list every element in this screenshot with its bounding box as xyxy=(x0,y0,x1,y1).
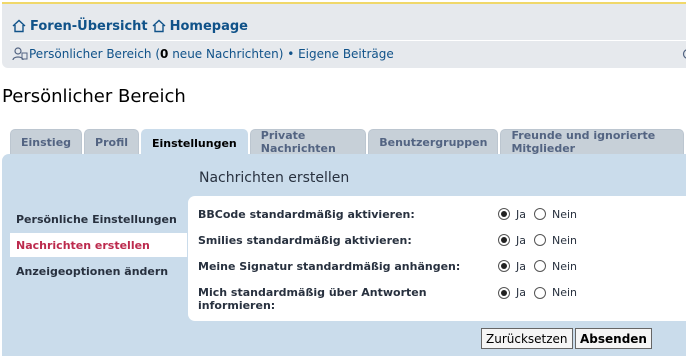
no-label: Nein xyxy=(552,286,578,299)
home-icon xyxy=(12,19,26,33)
smilies-no-radio[interactable] xyxy=(534,234,546,246)
no-label: Nein xyxy=(552,233,578,247)
smilies-label: Smilies standardmäßig aktivieren: xyxy=(198,233,412,247)
nav-divider xyxy=(10,40,686,41)
signature-label: Meine Signatur standardmäßig anhängen: xyxy=(198,259,461,273)
tab-profil[interactable]: Profil xyxy=(84,129,139,154)
page-title: Persönlicher Bereich xyxy=(2,86,186,107)
form-row-signature: Meine Signatur standardmäßig anhängen: J… xyxy=(188,259,686,273)
sidebar-item-compose-messages[interactable]: Nachrichten erstellen xyxy=(10,233,187,257)
ucp-link[interactable]: Persönlicher Bereich xyxy=(29,47,152,61)
form-row-bbcode: BBCode standardmäßig aktivieren: Ja Nein xyxy=(188,207,686,221)
user-icon xyxy=(12,47,28,61)
own-posts-link[interactable]: Eigene Beiträge xyxy=(298,47,394,61)
messages-open-text: ( xyxy=(151,47,161,61)
sidebar-item-display-options[interactable]: Anzeigeoptionen ändern xyxy=(10,259,187,283)
no-label: Nein xyxy=(552,259,578,273)
bbcode-label: BBCode standardmäßig aktivieren: xyxy=(198,207,415,221)
notify-options: Ja Nein xyxy=(498,286,585,299)
navbar: Foren-Übersicht Homepage Persönlicher Be… xyxy=(2,2,686,68)
yes-label: Ja xyxy=(516,233,526,247)
reset-button[interactable]: Zurücksetzen xyxy=(481,328,573,349)
tab-bar: Einstieg Profil Einstellungen Private Na… xyxy=(10,129,686,156)
signature-yes-radio[interactable] xyxy=(498,260,510,272)
smilies-options: Ja Nein xyxy=(498,234,585,247)
homepage-link[interactable]: Homepage xyxy=(152,19,248,34)
yes-label: Ja xyxy=(516,259,526,273)
yes-label: Ja xyxy=(516,286,526,299)
tab-einstieg[interactable]: Einstieg xyxy=(10,129,83,154)
sidebar-item-personal-settings[interactable]: Persönliche Einstellungen xyxy=(10,207,187,231)
messages-rest-text: neue Nachrichten) • xyxy=(168,47,299,61)
forum-index-link[interactable]: Foren-Übersicht xyxy=(12,19,148,34)
signature-no-radio[interactable] xyxy=(534,260,546,272)
signature-options: Ja Nein xyxy=(498,260,585,273)
nav-primary: Foren-Übersicht Homepage xyxy=(12,18,248,34)
form-row-smilies: Smilies standardmäßig aktivieren: Ja Nei… xyxy=(188,233,686,247)
tab-einstellungen[interactable]: Einstellungen xyxy=(141,129,248,156)
new-messages-count: 0 xyxy=(160,47,169,61)
bbcode-yes-radio[interactable] xyxy=(498,208,510,220)
notify-no-radio[interactable] xyxy=(534,286,546,299)
homepage-label: Homepage xyxy=(169,18,248,34)
section-title: Nachrichten erstellen xyxy=(199,170,350,186)
tab-private-nachrichten[interactable]: Private Nachrichten xyxy=(249,129,367,155)
smilies-yes-radio[interactable] xyxy=(498,234,510,246)
home-icon xyxy=(152,19,166,33)
bbcode-options: Ja Nein xyxy=(498,208,585,221)
tab-freunde[interactable]: Freunde und ignorierte Mitglieder xyxy=(500,129,684,155)
forum-index-label: Foren-Übersicht xyxy=(30,18,148,34)
notify-label: Mich standardmäßig über Antworten inform… xyxy=(198,286,427,312)
nav-secondary: Persönlicher Bereich ( 0 neue Nachrichte… xyxy=(12,46,394,62)
side-menu: Persönliche Einstellungen Nachrichten er… xyxy=(10,207,187,285)
bbcode-no-radio[interactable] xyxy=(534,208,546,220)
search-icon[interactable] xyxy=(682,48,686,60)
form-row-notify: Mich standardmäßig über Antworten inform… xyxy=(188,285,686,313)
yes-label: Ja xyxy=(516,207,526,221)
submit-button[interactable]: Absenden xyxy=(575,328,652,349)
settings-form: BBCode standardmäßig aktivieren: Ja Nein… xyxy=(188,196,686,321)
no-label: Nein xyxy=(552,207,578,221)
notify-yes-radio[interactable] xyxy=(498,286,510,299)
tab-benutzergruppen[interactable]: Benutzergruppen xyxy=(368,129,499,154)
